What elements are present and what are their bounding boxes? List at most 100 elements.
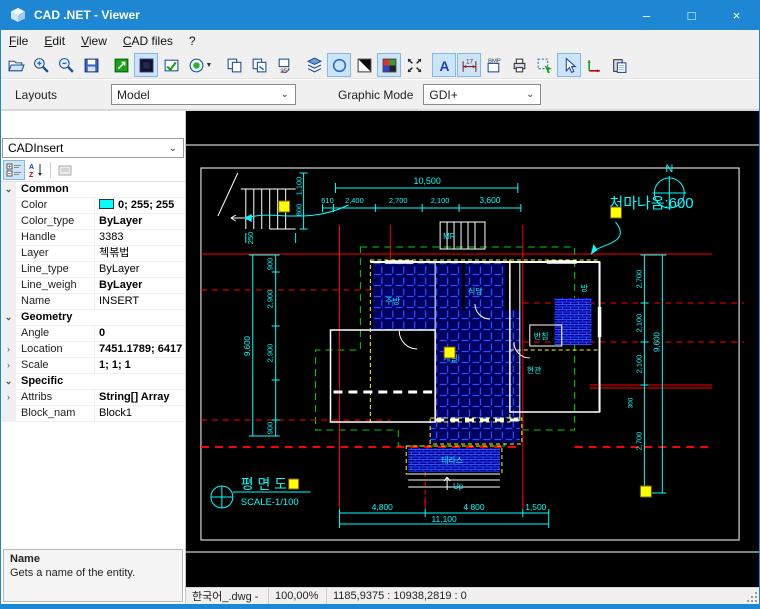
pages-icon bbox=[226, 57, 243, 74]
svg-text:방: 방 bbox=[581, 283, 589, 293]
property-row-block-name[interactable]: Block_namBlock1 bbox=[1, 406, 185, 422]
select-entity-button[interactable] bbox=[532, 53, 556, 77]
svg-text:9,600: 9,600 bbox=[652, 331, 661, 352]
svg-text:11,100: 11,100 bbox=[431, 514, 457, 524]
sort-alphabetical-button[interactable]: AZ bbox=[25, 160, 47, 180]
edit-image-button[interactable] bbox=[159, 53, 183, 77]
description-text: Gets a name of the entity. bbox=[10, 567, 176, 579]
open-folder-icon bbox=[8, 57, 25, 74]
circle-icon bbox=[331, 57, 348, 74]
menu-cad-files[interactable]: CAD files bbox=[115, 32, 181, 50]
property-row-color[interactable]: Color0; 255; 255 bbox=[1, 198, 185, 214]
window-bottom-border bbox=[1, 604, 759, 609]
draw-mode-button[interactable] bbox=[109, 53, 133, 77]
svg-text:2,400: 2,400 bbox=[345, 196, 364, 205]
property-row-angle[interactable]: Angle0 bbox=[1, 326, 185, 342]
printer-icon bbox=[511, 57, 528, 74]
maximize-button[interactable]: □ bbox=[669, 0, 714, 30]
svg-text:2,700: 2,700 bbox=[389, 196, 408, 205]
property-pages-button[interactable] bbox=[54, 160, 76, 180]
show-text-button[interactable]: A bbox=[432, 53, 456, 77]
bmp-export-icon: BMP bbox=[486, 57, 503, 74]
svg-text:2,100: 2,100 bbox=[431, 196, 450, 205]
svg-text:반침: 반침 bbox=[534, 332, 549, 341]
svg-text:250: 250 bbox=[246, 232, 255, 244]
svg-text:2,900: 2,900 bbox=[266, 344, 275, 363]
entity-class-select[interactable]: CADInsert ⌄ bbox=[2, 138, 184, 158]
graphic-mode-select[interactable]: GDI+ ⌄ bbox=[423, 84, 541, 105]
category-specific[interactable]: ⌄Specific bbox=[1, 374, 185, 390]
rotate-35-button[interactable]: 35° bbox=[272, 53, 296, 77]
dimension-icon: 17 bbox=[461, 57, 478, 74]
categorized-button[interactable] bbox=[3, 160, 25, 180]
dropdown-caret-icon: ▼ bbox=[206, 62, 213, 69]
menu-help[interactable]: ? bbox=[181, 32, 204, 50]
save-button[interactable] bbox=[79, 53, 103, 77]
chevron-down-icon: ⌄ bbox=[526, 89, 534, 100]
property-row-scale[interactable]: ›Scale1; 1; 1 bbox=[1, 358, 185, 374]
expand-icon[interactable]: › bbox=[1, 390, 16, 405]
separator bbox=[50, 162, 51, 178]
description-title: Name bbox=[10, 553, 176, 565]
drawing-canvas[interactable]: N 10,500 610 2,400 2,700 2,100 3,600 처마나… bbox=[186, 111, 759, 587]
property-row-name[interactable]: NameINSERT bbox=[1, 294, 185, 310]
zoom-in-icon bbox=[33, 57, 50, 74]
menu-edit[interactable]: Edit bbox=[36, 32, 73, 50]
property-row-handle[interactable]: Handle3383 bbox=[1, 230, 185, 246]
category-geometry[interactable]: ⌄Geometry bbox=[1, 310, 185, 326]
svg-text:4 800: 4 800 bbox=[463, 502, 484, 512]
expand-icon[interactable]: › bbox=[1, 358, 16, 373]
print-button[interactable] bbox=[507, 53, 531, 77]
copy-structure-button[interactable] bbox=[222, 53, 246, 77]
save-icon bbox=[83, 57, 100, 74]
fit-to-screen-button[interactable] bbox=[402, 53, 426, 77]
color-mode-button[interactable] bbox=[377, 53, 401, 77]
black-background-button[interactable] bbox=[134, 53, 158, 77]
property-grid: ⌄Common Color0; 255; 255 Color_typeByLay… bbox=[1, 181, 185, 547]
expand-icon[interactable]: › bbox=[1, 342, 16, 357]
menu-view[interactable]: View bbox=[73, 32, 115, 50]
svg-text:1,500: 1,500 bbox=[525, 502, 546, 512]
panel-spacer bbox=[1, 111, 185, 138]
svg-text:테라스: 테라스 bbox=[441, 456, 463, 465]
svg-text:2,100: 2,100 bbox=[634, 314, 643, 333]
property-row-color-type[interactable]: Color_typeByLayer bbox=[1, 214, 185, 230]
category-common[interactable]: ⌄Common bbox=[1, 182, 185, 198]
property-row-line-type[interactable]: Line_typeByLayer bbox=[1, 262, 185, 278]
layout-select[interactable]: Model ⌄ bbox=[111, 84, 296, 105]
paste-structure-button[interactable] bbox=[247, 53, 271, 77]
property-row-line-weight[interactable]: Line_weighByLayer bbox=[1, 278, 185, 294]
collapse-icon: ⌄ bbox=[1, 310, 16, 325]
property-row-attribs[interactable]: ›AttribsString[] Array bbox=[1, 390, 185, 406]
menu-file[interactable]: File bbox=[1, 32, 36, 50]
show-dimensions-button[interactable]: 17 bbox=[457, 53, 481, 77]
property-row-location[interactable]: ›Location7451.1789; 6417 bbox=[1, 342, 185, 358]
black-white-icon bbox=[356, 57, 373, 74]
export-bmp-button[interactable]: BMP bbox=[482, 53, 506, 77]
color-swatch bbox=[99, 199, 114, 209]
svg-text:Z: Z bbox=[29, 172, 34, 178]
svg-text:17: 17 bbox=[465, 58, 473, 65]
status-coordinates: 1185,9375 : 10938,2819 : 0 bbox=[326, 588, 745, 604]
svg-text:35°: 35° bbox=[280, 66, 290, 73]
svg-text:식당: 식당 bbox=[468, 286, 483, 296]
invert-colors-button[interactable] bbox=[352, 53, 376, 77]
cursor-button[interactable] bbox=[557, 53, 581, 77]
zoom-out-button[interactable] bbox=[54, 53, 78, 77]
property-description: Name Gets a name of the entity. bbox=[3, 549, 183, 602]
svg-text:2,900: 2,900 bbox=[266, 290, 275, 309]
circle-smoothness-button[interactable] bbox=[327, 53, 351, 77]
zoom-extents-button[interactable]: ▼ bbox=[184, 53, 216, 77]
clipboard-button[interactable] bbox=[607, 53, 631, 77]
svg-text:900: 900 bbox=[266, 258, 275, 270]
status-filename: 한국어_.dwg - bbox=[186, 588, 268, 604]
close-button[interactable]: × bbox=[714, 0, 759, 30]
ucs-axes-button[interactable] bbox=[582, 53, 606, 77]
zoom-in-button[interactable] bbox=[29, 53, 53, 77]
property-row-layer[interactable]: Layer첵볶법 bbox=[1, 246, 185, 262]
status-bar: 한국어_.dwg - 100,00% 1185,9375 : 10938,281… bbox=[186, 587, 759, 604]
open-file-button[interactable] bbox=[4, 53, 28, 77]
resize-grip[interactable] bbox=[745, 590, 759, 604]
minimize-button[interactable]: – bbox=[624, 0, 669, 30]
layers-button[interactable] bbox=[302, 53, 326, 77]
